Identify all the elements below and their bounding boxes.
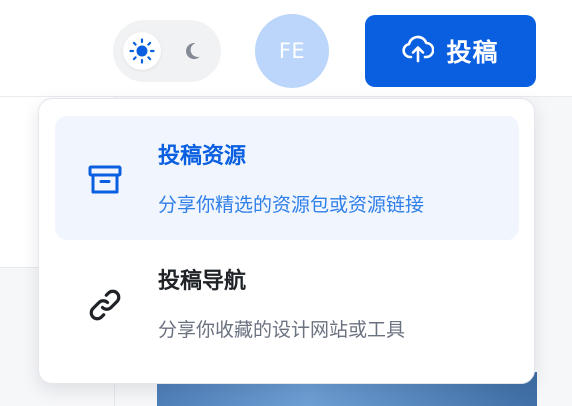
submit-button-label: 投稿 [446,38,499,67]
cloud-upload-icon [402,35,435,67]
menu-item-title: 投稿导航 [158,269,247,294]
archive-box-icon [85,160,125,200]
moon-icon[interactable] [173,32,211,70]
theme-toggle[interactable] [113,20,221,82]
avatar[interactable]: FE [255,14,329,88]
menu-item-title: 投稿资源 [158,144,247,169]
submit-button[interactable]: 投稿 [365,15,536,87]
menu-item-submit-resource[interactable]: 投稿资源 分享你精选的资源包或资源链接 [55,116,519,240]
menu-item-description: 分享你精选的资源包或资源链接 [158,194,425,216]
page: FE 投稿 投稿资源 分享你精选的资源包或资源链接 投稿导航 分享你收藏的设计网… [0,0,572,406]
link-icon [85,285,125,325]
menu-item-submit-navigation[interactable]: 投稿导航 分享你收藏的设计网站或工具 [55,241,519,365]
avatar-initials: FE [278,39,306,63]
sun-icon[interactable] [123,32,161,70]
menu-item-description: 分享你收藏的设计网站或工具 [158,319,406,341]
submit-dropdown-menu: 投稿资源 分享你精选的资源包或资源链接 投稿导航 分享你收藏的设计网站或工具 [38,98,535,384]
